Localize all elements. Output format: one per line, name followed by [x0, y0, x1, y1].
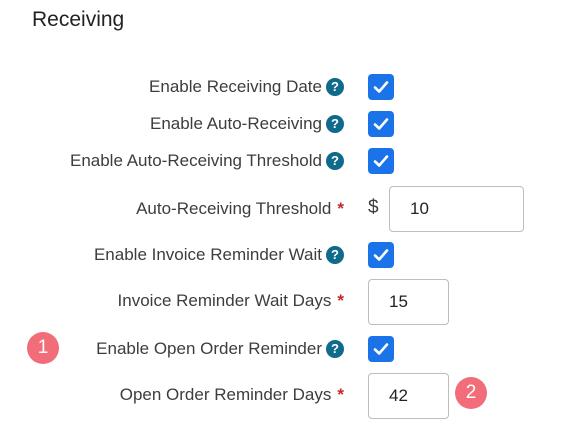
required-asterisk: * [337, 199, 344, 218]
help-icon[interactable]: ? [326, 115, 344, 133]
help-icon[interactable]: ? [326, 152, 344, 170]
enable-auto-receiving-threshold-label: Enable Auto-Receiving Threshold ? [70, 150, 344, 172]
enable-auto-receiving-label: Enable Auto-Receiving ? [150, 113, 344, 135]
auto-receiving-threshold-input[interactable]: 10 [389, 186, 524, 232]
enable-open-order-reminder-text: Enable Open Order Reminder [96, 339, 322, 358]
enable-open-order-reminder-label: Enable Open Order Reminder ? [96, 338, 344, 360]
open-order-reminder-days-text: Open Order Reminder Days [119, 385, 332, 404]
checkmark-icon [373, 118, 389, 130]
checkmark-icon [373, 343, 389, 355]
invoice-reminder-wait-days-text: Invoice Reminder Wait Days [117, 291, 332, 310]
enable-invoice-reminder-wait-checkbox[interactable] [368, 242, 394, 268]
enable-invoice-reminder-wait-text: Enable Invoice Reminder Wait [93, 245, 322, 264]
enable-auto-receiving-text: Enable Auto-Receiving [149, 114, 322, 133]
help-icon[interactable]: ? [326, 340, 344, 358]
enable-receiving-date-label: Enable Receiving Date ? [149, 76, 344, 98]
auto-receiving-threshold-text: Auto-Receiving Threshold [136, 199, 332, 218]
enable-open-order-reminder-checkbox[interactable] [368, 336, 394, 362]
invoice-reminder-wait-days-input[interactable]: 15 [368, 279, 449, 325]
checkmark-icon [373, 155, 389, 167]
section-title: Receiving [32, 8, 125, 31]
required-asterisk: * [337, 291, 344, 310]
required-asterisk: * [337, 385, 344, 404]
open-order-reminder-days-label: Open Order Reminder Days * [120, 384, 344, 406]
enable-receiving-date-checkbox[interactable] [368, 74, 394, 100]
checkmark-icon [373, 81, 389, 93]
enable-receiving-date-text: Enable Receiving Date [149, 77, 322, 96]
invoice-reminder-wait-days-label: Invoice Reminder Wait Days * [118, 290, 344, 312]
checkmark-icon [373, 249, 389, 261]
enable-auto-receiving-threshold-text: Enable Auto-Receiving Threshold [69, 151, 322, 170]
callout-badge-1: 1 [27, 332, 59, 364]
auto-receiving-threshold-label: Auto-Receiving Threshold * [136, 198, 344, 220]
currency-symbol: $ [368, 197, 379, 218]
callout-badge-2: 2 [455, 377, 487, 409]
enable-auto-receiving-threshold-checkbox[interactable] [368, 148, 394, 174]
open-order-reminder-days-input[interactable]: 42 [368, 373, 449, 419]
enable-invoice-reminder-wait-label: Enable Invoice Reminder Wait ? [94, 244, 344, 266]
help-icon[interactable]: ? [326, 246, 344, 264]
help-icon[interactable]: ? [326, 78, 344, 96]
enable-auto-receiving-checkbox[interactable] [368, 111, 394, 137]
